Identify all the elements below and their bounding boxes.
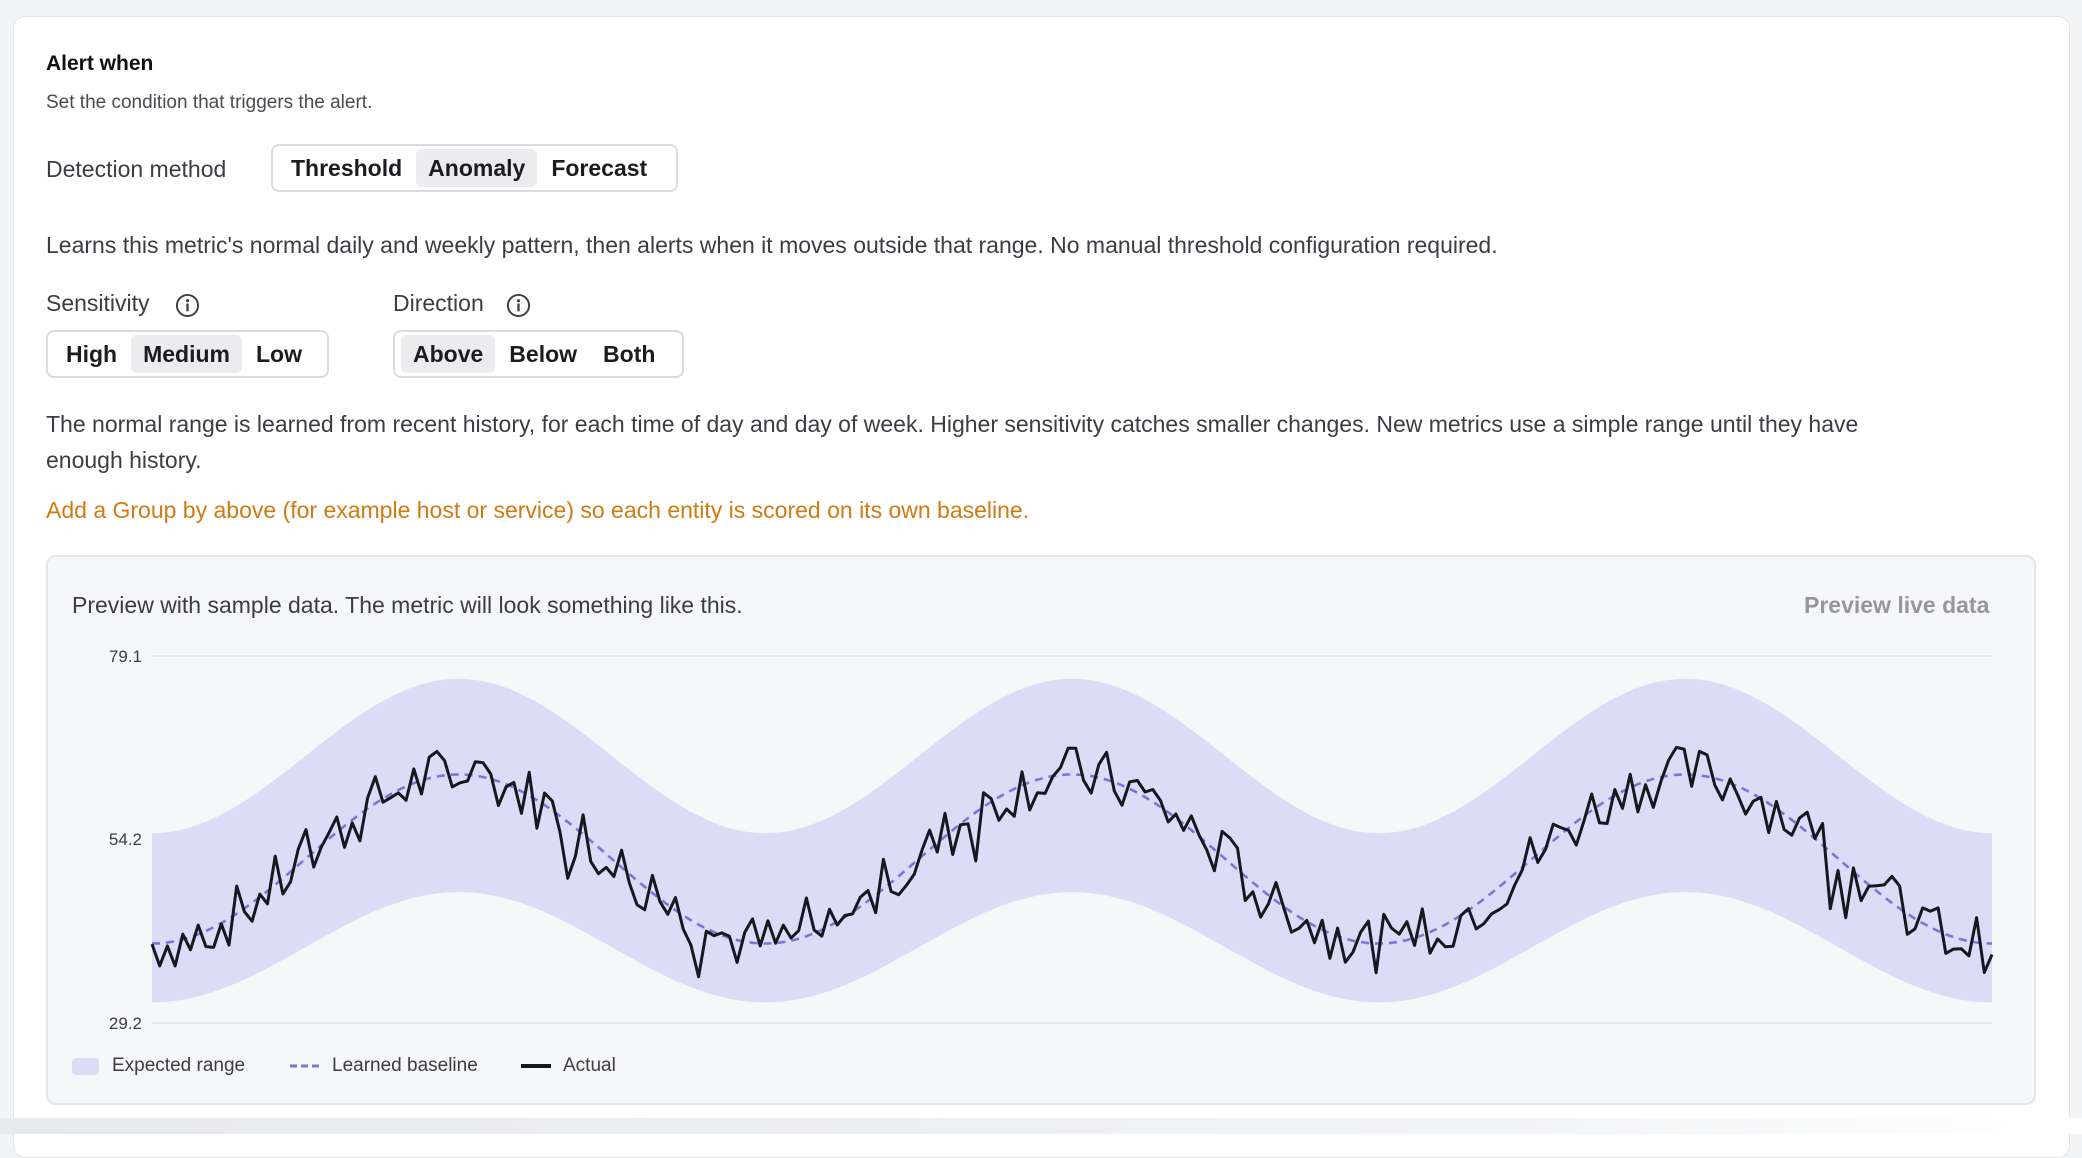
- y-tick-label: 79.1: [109, 647, 142, 666]
- y-tick-label: 54.2: [109, 830, 142, 849]
- legend-swatch-baseline-icon: [290, 1064, 320, 1068]
- legend-label-expected-range: Expected range: [112, 1055, 246, 1076]
- y-tick-label: 29.2: [109, 1014, 142, 1033]
- legend-swatch-range-icon: [72, 1057, 99, 1075]
- legend-label-actual: Actual: [563, 1055, 616, 1076]
- legend-learned-baseline: Learned baseline: [290, 1055, 478, 1077]
- legend-label-learned-baseline: Learned baseline: [332, 1055, 478, 1076]
- legend-actual: Actual: [521, 1055, 616, 1077]
- legend-expected-range: Expected range: [72, 1055, 245, 1077]
- legend-swatch-actual-icon: [521, 1064, 551, 1068]
- anomaly-chart: 79.1 54.2 29.2: [109, 647, 1994, 1033]
- expected-range-area: [152, 678, 1992, 1003]
- bottom-edge-shadow: [0, 1118, 2082, 1134]
